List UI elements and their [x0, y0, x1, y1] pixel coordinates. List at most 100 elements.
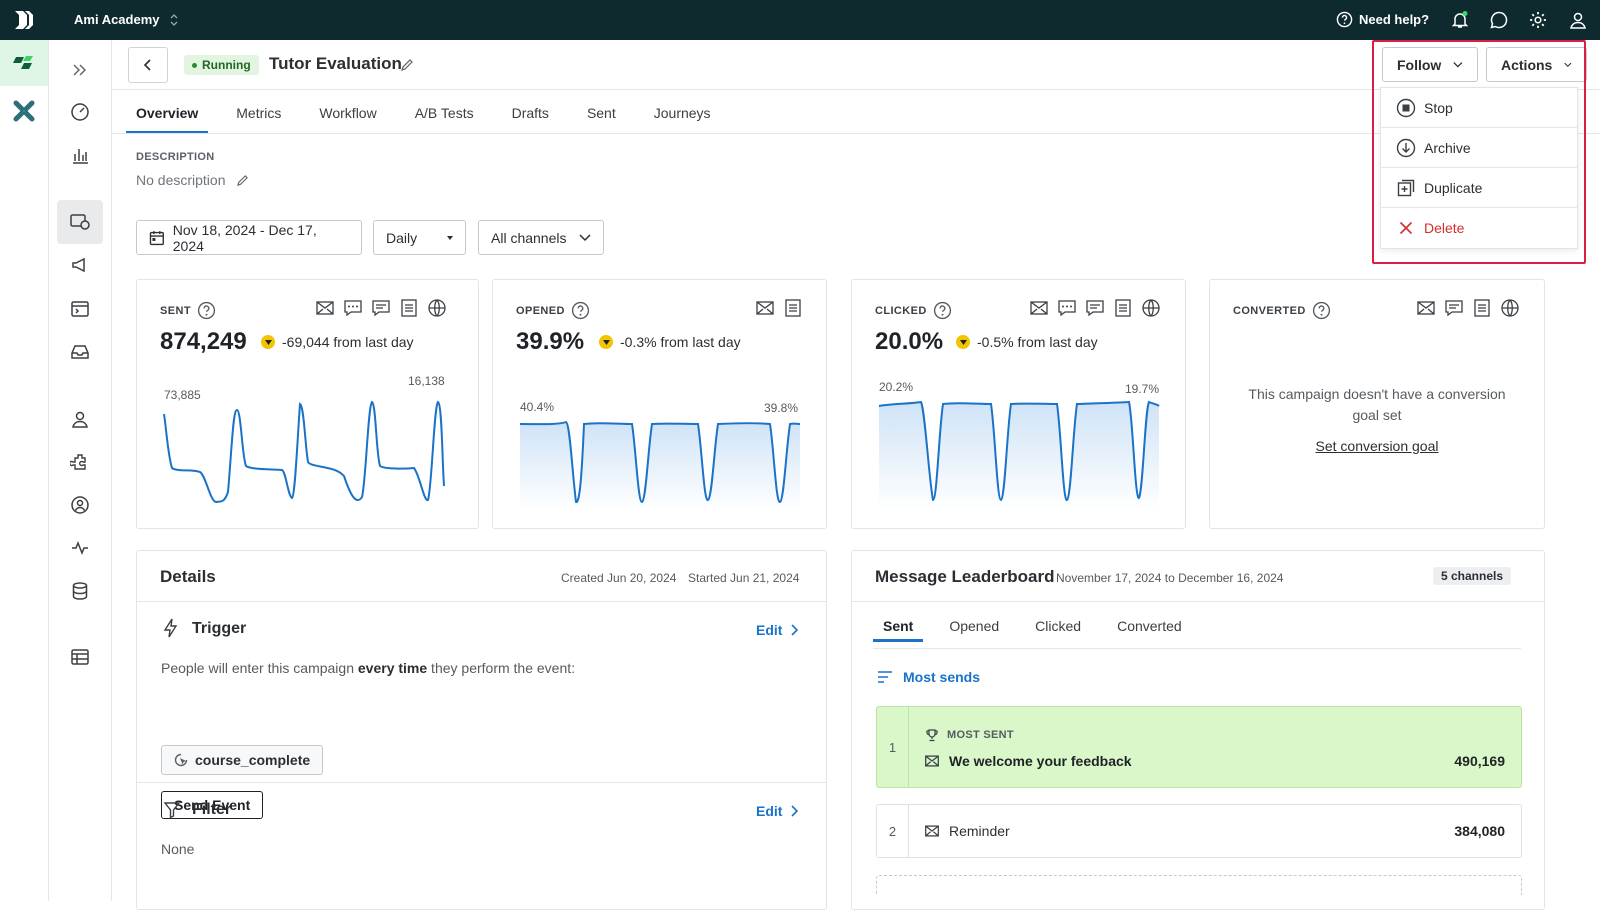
activity-icon[interactable]	[57, 526, 103, 570]
menu-item-stop[interactable]: Stop	[1381, 88, 1577, 128]
back-button[interactable]	[128, 47, 168, 83]
help-circle-icon[interactable]	[1312, 301, 1331, 320]
email-icon[interactable]	[1029, 298, 1049, 318]
chat-icon[interactable]	[1489, 10, 1509, 30]
row-name: We welcome your feedback	[925, 753, 1132, 769]
gear-icon[interactable]	[1528, 10, 1548, 30]
leaderboard-tab-opened[interactable]: Opened	[939, 602, 1009, 642]
metric-label-text: CLICKED	[875, 304, 927, 317]
metric-delta: -69,044 from last day	[261, 334, 414, 350]
push-icon[interactable]	[1472, 298, 1492, 318]
email-icon[interactable]	[1416, 298, 1436, 318]
in-app-icon[interactable]	[1085, 298, 1105, 318]
edit-filter-link[interactable]: Edit	[756, 803, 799, 819]
leaderboard-row[interactable]: 1 MOST SENT We welcome your feedback 490…	[876, 706, 1522, 788]
sms-icon[interactable]	[343, 298, 363, 318]
most-sent-label: MOST SENT	[947, 729, 1014, 741]
sort-button[interactable]: Most sends	[877, 669, 980, 685]
pencil-icon[interactable]	[400, 58, 414, 72]
in-app-icon[interactable]	[371, 298, 391, 318]
page-title: Tutor Evaluation	[269, 54, 402, 73]
leaderboard-card: Message Leaderboard November 17, 2024 to…	[851, 550, 1545, 910]
leaderboard-tab-converted[interactable]: Converted	[1107, 602, 1192, 642]
objects-icon[interactable]	[57, 483, 103, 527]
actions-button[interactable]: Actions	[1486, 47, 1587, 82]
integrations-app-icon[interactable]	[0, 88, 48, 134]
archive-icon	[1396, 138, 1416, 157]
tab-sent[interactable]: Sent	[577, 90, 626, 134]
workspace-switcher[interactable]: Ami Academy	[74, 12, 178, 27]
sort-icon	[878, 671, 892, 683]
sparkline-chart	[878, 400, 1160, 510]
menu-item-label: Delete	[1424, 220, 1465, 236]
webhook-icon[interactable]	[1141, 298, 1161, 318]
dashboard-icon[interactable]	[57, 90, 103, 134]
need-help-button[interactable]: Need help?	[1336, 11, 1429, 28]
trigger-text-emphasis: every time	[357, 660, 428, 676]
analytics-icon[interactable]	[57, 133, 103, 177]
follow-button[interactable]: Follow	[1382, 47, 1478, 82]
user-icon[interactable]	[1568, 10, 1588, 30]
menu-item-duplicate[interactable]: Duplicate	[1381, 168, 1577, 208]
pencil-icon[interactable]	[236, 174, 249, 187]
push-icon[interactable]	[399, 298, 419, 318]
leaderboard-row[interactable]: 2 Reminder 384,080	[876, 804, 1522, 858]
data-icon[interactable]	[57, 569, 103, 613]
edit-trigger-link[interactable]: Edit	[756, 622, 799, 638]
interval-select[interactable]: Daily	[373, 220, 466, 255]
event-name: course_complete	[195, 752, 311, 768]
tab-drafts[interactable]: Drafts	[502, 90, 559, 134]
push-icon[interactable]	[783, 298, 803, 318]
edit-label: Edit	[756, 622, 783, 638]
bell-icon[interactable]	[1450, 10, 1470, 30]
sparkline-chart	[519, 420, 801, 510]
segments-icon[interactable]	[57, 440, 103, 484]
push-icon[interactable]	[1113, 298, 1133, 318]
webhook-icon[interactable]	[1500, 298, 1520, 318]
leaderboard-tab-clicked[interactable]: Clicked	[1025, 602, 1091, 642]
transactional-icon[interactable]	[57, 287, 103, 331]
channels-select[interactable]: All channels	[478, 220, 604, 255]
menu-item-delete[interactable]: Delete	[1381, 208, 1577, 248]
set-conversion-goal-link[interactable]: Set conversion goal	[1234, 438, 1520, 454]
divider	[873, 648, 1521, 649]
tab-ab-tests[interactable]: A/B Tests	[405, 90, 484, 134]
tab-metrics[interactable]: Metrics	[226, 90, 291, 134]
down-indicator-icon	[956, 335, 970, 349]
content-icon[interactable]	[57, 635, 103, 679]
down-indicator-icon	[261, 335, 275, 349]
filter-value: None	[161, 841, 195, 857]
leaderboard-tab-sent[interactable]: Sent	[873, 602, 924, 642]
help-circle-icon[interactable]	[571, 301, 590, 320]
email-icon[interactable]	[315, 298, 335, 318]
event-chip: course_complete	[161, 745, 324, 775]
app-logo-icon[interactable]	[12, 9, 36, 31]
broadcasts-icon[interactable]	[57, 243, 103, 287]
trigger-text-end: they perform the event:	[427, 660, 576, 676]
inbox-icon[interactable]	[57, 330, 103, 374]
tab-workflow[interactable]: Workflow	[309, 90, 386, 134]
help-circle-icon[interactable]	[197, 301, 216, 320]
in-app-icon[interactable]	[1444, 298, 1464, 318]
sms-icon[interactable]	[1057, 298, 1077, 318]
details-created: Created Jun 20, 2024	[561, 571, 677, 585]
campaigns-icon[interactable]	[57, 200, 103, 244]
nav-rail	[49, 40, 112, 901]
people-icon[interactable]	[57, 397, 103, 441]
journeys-app-icon[interactable]	[0, 40, 48, 86]
date-range-picker[interactable]: Nov 18, 2024 - Dec 17, 2024	[136, 220, 362, 255]
divider	[137, 782, 826, 783]
chevron-right-icon	[791, 805, 799, 817]
workspace-name: Ami Academy	[74, 12, 160, 27]
menu-item-label: Archive	[1424, 139, 1471, 156]
email-icon[interactable]	[755, 298, 775, 318]
tab-journeys[interactable]: Journeys	[644, 90, 721, 134]
menu-item-archive[interactable]: Archive	[1381, 128, 1577, 168]
help-circle-icon[interactable]	[933, 301, 952, 320]
expand-nav-icon[interactable]	[57, 48, 103, 92]
webhook-icon[interactable]	[427, 298, 447, 318]
metric-delta-text: -0.3% from last day	[620, 334, 741, 350]
row-name-text: Reminder	[949, 823, 1010, 839]
event-icon	[174, 753, 188, 767]
tab-overview[interactable]: Overview	[126, 90, 209, 134]
